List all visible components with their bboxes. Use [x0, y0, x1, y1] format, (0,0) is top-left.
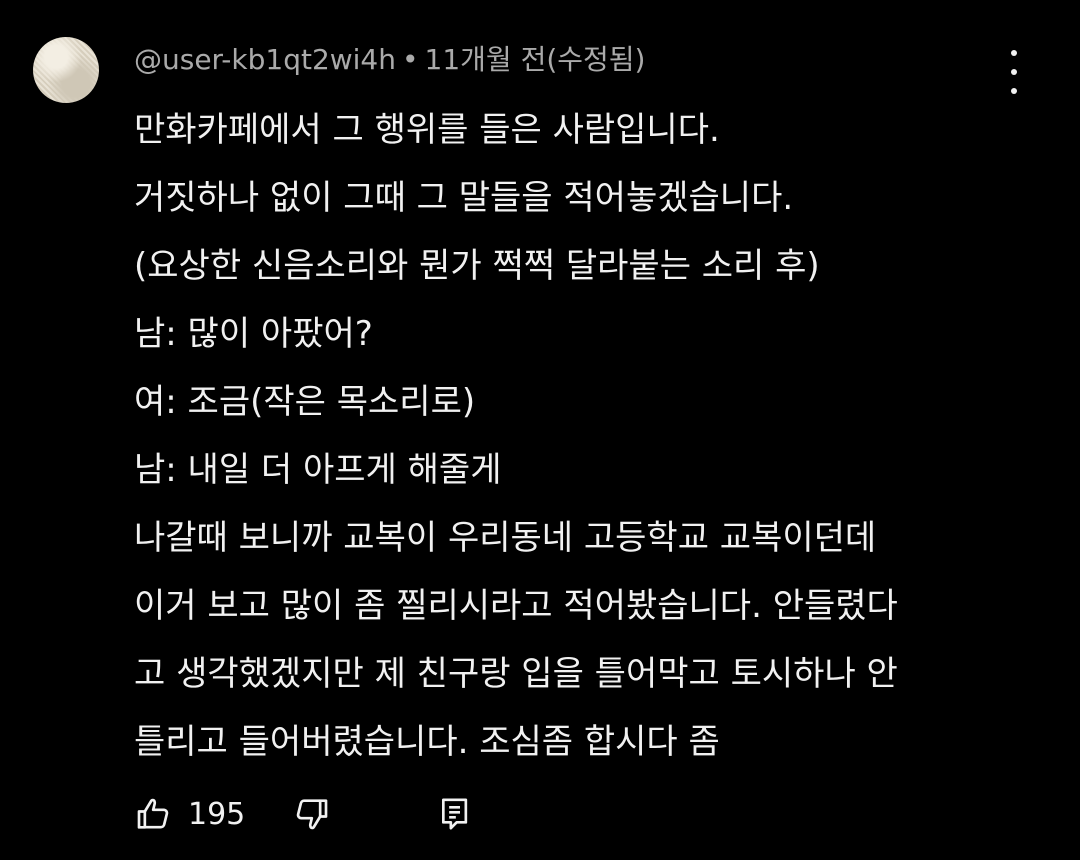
menu-dot: [1011, 69, 1017, 75]
comment-line: 여: 조금(작은 목소리로): [134, 382, 476, 422]
timestamp: 11개월 전(수정됨): [424, 43, 646, 76]
like-button[interactable]: [134, 794, 174, 834]
dislike-button[interactable]: [291, 794, 331, 834]
author-handle[interactable]: @user-kb1qt2wi4h: [134, 43, 396, 76]
thumbs-up-icon: [137, 798, 169, 829]
comment-line: 이거 보고 많이 좀 찔리시라고 적어봤습니다. 안들렸다: [134, 586, 898, 626]
comment-actions: 195: [134, 790, 475, 838]
comment-body: 만화카페에서 그 행위를 들은 사람입니다. 거짓하나 없이 그때 그 말들을 …: [134, 96, 1034, 776]
reply-comment-icon: [442, 798, 468, 830]
comment-line: 나갈때 보니까 교복이 우리동네 고등학교 교복이던데: [134, 518, 877, 558]
like-count: 195: [188, 796, 246, 832]
menu-dot: [1011, 50, 1017, 56]
comment-line: 만화카페에서 그 행위를 들은 사람입니다.: [134, 110, 720, 150]
comment-line: 남: 내일 더 아프게 해줄게: [134, 450, 502, 490]
comment-line: 거짓하나 없이 그때 그 말들을 적어놓겠습니다.: [134, 178, 794, 218]
menu-dot: [1011, 88, 1017, 94]
comment-line: 남: 많이 아팠어?: [134, 314, 373, 354]
comment-header: @user-kb1qt2wi4h • 11개월 전(수정됨): [134, 40, 645, 80]
comment-line: (요상한 신음소리와 뭔가 쩍쩍 달라붙는 소리 후): [134, 246, 820, 286]
comment-thread: @user-kb1qt2wi4h • 11개월 전(수정됨) 만화카페에서 그 행위…: [0, 0, 1080, 860]
more-vert-icon[interactable]: [996, 50, 1032, 94]
separator-dot: •: [402, 43, 419, 76]
reply-button[interactable]: [435, 794, 475, 834]
comment-line: 고 생각했겠지만 제 친구랑 입을 틀어막고 토시하나 안: [134, 654, 898, 694]
avatar[interactable]: [33, 37, 99, 103]
thumbs-down-icon: [297, 799, 328, 830]
comment-line: 틀리고 들어버렸습니다. 조심좀 합시다 좀: [134, 722, 720, 762]
